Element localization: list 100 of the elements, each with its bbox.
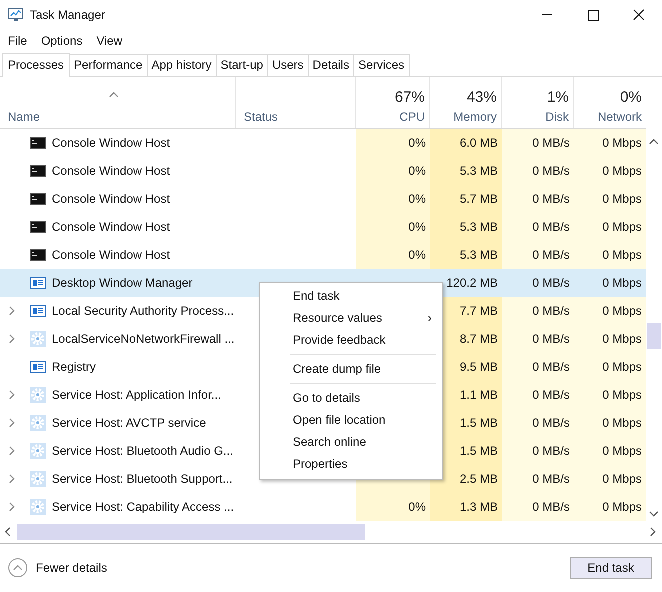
network-value: 0 Mbps xyxy=(602,416,642,430)
tab[interactable]: Processes xyxy=(2,53,70,77)
network-value: 0 Mbps xyxy=(602,192,642,206)
column-header[interactable]: 1% Disk xyxy=(502,77,574,128)
memory-value: 2.5 MB xyxy=(460,472,498,486)
network-value: 0 Mbps xyxy=(602,276,642,290)
app-monitor-icon xyxy=(8,7,24,23)
network-value: 0 Mbps xyxy=(602,220,642,234)
process-name: Service Host: Application Infor... xyxy=(52,388,222,402)
scroll-left-icon[interactable] xyxy=(5,527,11,537)
disk-value: 0 MB/s xyxy=(532,248,570,262)
cpu-value: 0% xyxy=(408,164,426,178)
column-header[interactable]: Status xyxy=(236,77,356,128)
gear-icon xyxy=(30,331,46,347)
process-name: Registry xyxy=(52,360,96,374)
disk-value: 0 MB/s xyxy=(532,388,570,402)
column-label: Disk xyxy=(546,110,569,124)
window-icon xyxy=(30,361,46,373)
memory-value: 1.3 MB xyxy=(460,500,498,514)
context-submenu-item[interactable]: Resource values › xyxy=(260,307,442,329)
scroll-thumb[interactable] xyxy=(17,524,365,540)
column-header[interactable]: 43% Memory xyxy=(430,77,502,128)
usage-percent: 0% xyxy=(620,89,642,106)
chevron-icon[interactable] xyxy=(9,418,15,428)
process-row[interactable]: Console Window Host 0% 6.0 MB 0 MB/s 0 Mbps xyxy=(0,129,646,157)
memory-value: 1.1 MB xyxy=(460,388,498,402)
network-value: 0 Mbps xyxy=(602,332,642,346)
memory-value: 9.5 MB xyxy=(460,360,498,374)
network-value: 0 Mbps xyxy=(602,444,642,458)
gear-icon xyxy=(30,499,46,515)
disk-value: 0 MB/s xyxy=(532,332,570,346)
process-name: Desktop Window Manager xyxy=(52,276,193,290)
scroll-right-icon[interactable] xyxy=(650,527,656,537)
chevron-icon[interactable] xyxy=(9,334,15,344)
disk-value: 0 MB/s xyxy=(532,304,570,318)
fewer-details-link[interactable]: Fewer details xyxy=(36,561,108,575)
disk-value: 0 MB/s xyxy=(532,276,570,290)
chevron-icon[interactable] xyxy=(9,474,15,484)
process-row[interactable]: Console Window Host 0% 5.7 MB 0 MB/s 0 Mbps xyxy=(0,185,646,213)
process-name: Service Host: Bluetooth Support... xyxy=(52,472,233,486)
context-menu-item[interactable]: Properties xyxy=(260,453,442,475)
memory-value: 8.7 MB xyxy=(460,332,498,346)
process-name: Service Host: Capability Access ... xyxy=(52,500,234,514)
end-task-button[interactable]: End task xyxy=(570,557,652,579)
window-icon xyxy=(30,305,46,317)
context-menu-item[interactable]: Provide feedback xyxy=(260,329,442,351)
column-header[interactable]: Name xyxy=(0,77,236,128)
chevron-icon[interactable] xyxy=(9,446,15,456)
console-icon xyxy=(30,137,46,149)
chevron-icon[interactable] xyxy=(9,390,15,400)
memory-value: 5.3 MB xyxy=(460,248,498,262)
disk-value: 0 MB/s xyxy=(532,444,570,458)
memory-value: 1.5 MB xyxy=(460,416,498,430)
context-menu-item[interactable]: Go to details xyxy=(260,387,442,409)
process-name: Console Window Host xyxy=(52,164,170,178)
gear-icon xyxy=(30,415,46,431)
sort-caret-icon xyxy=(109,92,119,98)
network-value: 0 Mbps xyxy=(602,500,642,514)
memory-value: 5.3 MB xyxy=(460,220,498,234)
gear-icon xyxy=(30,443,46,459)
column-label: Status xyxy=(244,110,280,124)
scroll-thumb[interactable] xyxy=(647,323,661,349)
process-name: LocalServiceNoNetworkFirewall ... xyxy=(52,332,235,346)
menu-item[interactable]: File xyxy=(8,34,28,48)
process-row[interactable]: Service Host: Capability Access ... 0% 1.3 MB 0 MB/s 0 Mbps xyxy=(0,493,646,521)
menu-item[interactable]: Options xyxy=(41,34,83,48)
console-icon xyxy=(30,221,46,233)
chevron-icon[interactable] xyxy=(9,306,15,316)
network-value: 0 Mbps xyxy=(602,136,642,150)
network-value: 0 Mbps xyxy=(602,360,642,374)
network-value: 0 Mbps xyxy=(602,472,642,486)
column-header[interactable]: 67% CPU xyxy=(356,77,430,128)
memory-value: 6.0 MB xyxy=(460,136,498,150)
network-value: 0 Mbps xyxy=(602,388,642,402)
process-row[interactable]: Console Window Host 0% 5.3 MB 0 MB/s 0 Mbps xyxy=(0,241,646,269)
chevron-icon[interactable] xyxy=(9,502,15,512)
cpu-value: 0% xyxy=(408,136,426,150)
collapse-circle-icon[interactable] xyxy=(8,558,28,578)
process-name: Service Host: Bluetooth Audio G... xyxy=(52,444,234,458)
memory-value: 1.5 MB xyxy=(460,444,498,458)
disk-value: 0 MB/s xyxy=(532,192,570,206)
tab[interactable]: Services xyxy=(353,54,410,76)
process-name: Console Window Host xyxy=(52,248,170,262)
column-label: Name xyxy=(8,110,42,124)
column-header[interactable]: 0% Network xyxy=(574,77,646,128)
context-menu-item[interactable]: Search online xyxy=(260,431,442,453)
column-label: Network xyxy=(598,110,642,124)
menu-item[interactable]: View xyxy=(96,34,122,48)
context-menu-item[interactable]: Create dump file xyxy=(260,358,442,380)
cpu-value: 0% xyxy=(408,248,426,262)
context-menu-item[interactable]: Open file location xyxy=(260,409,442,431)
process-row[interactable]: Console Window Host 0% 5.3 MB 0 MB/s 0 Mbps xyxy=(0,157,646,185)
scroll-down-icon[interactable] xyxy=(649,511,659,517)
memory-value: 7.7 MB xyxy=(460,304,498,318)
usage-percent: 1% xyxy=(547,89,569,106)
memory-value: 120.2 MB xyxy=(446,276,498,290)
network-value: 0 Mbps xyxy=(602,164,642,178)
process-row[interactable]: Console Window Host 0% 5.3 MB 0 MB/s 0 Mbps xyxy=(0,213,646,241)
scroll-up-icon[interactable] xyxy=(649,139,659,145)
process-name: Console Window Host xyxy=(52,136,170,150)
